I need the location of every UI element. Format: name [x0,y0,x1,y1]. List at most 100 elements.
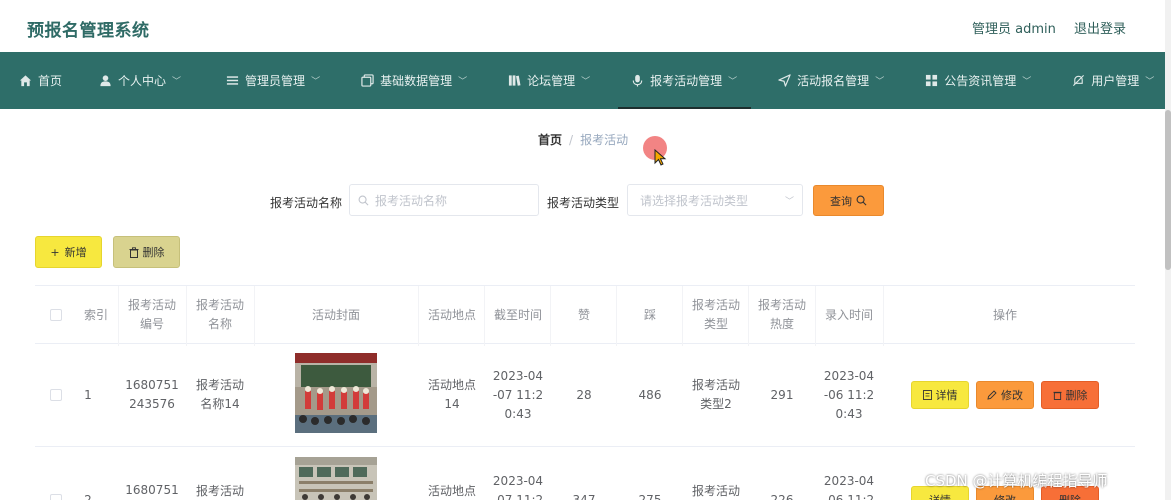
activity-type-select[interactable]: 请选择报考活动类型 ﹀ [627,184,803,216]
th-heat-line2: 热度 [769,317,794,331]
row-deadline-line2: -07 11:2 [492,388,544,402]
th-code: 报考活动 编号 [120,296,184,334]
breadcrumb: 首页 / 报考活动 [538,131,628,148]
col-divider [418,286,419,346]
batch-delete-button[interactable]: 删除 [113,236,180,268]
home-icon [18,74,32,88]
th-name-line2: 名称 [207,317,232,331]
row-type: 报考活动 [691,484,740,498]
query-button-label: 查询 [830,194,852,208]
col-divider [186,286,187,346]
row-heat: 291 [770,388,794,402]
table-header-border [35,343,1135,344]
row-dislikes: 486 [638,388,662,402]
edit-button[interactable]: 修改 [976,381,1034,409]
mic-icon [630,74,644,88]
nav-item-announcements[interactable]: 公告资讯管理 ﹀ [924,52,1031,109]
mouse-cursor-icon [654,149,667,166]
activity-name-label: 报考活动名称 [270,196,343,210]
col-divider [616,286,617,346]
row-likes: 28 [576,388,592,402]
row-location: 活动地点 [427,484,476,498]
nav-item-personal[interactable]: 个人中心 ﹀ [98,52,181,109]
top-header: 预报名管理系统 管理员 admin 退出登录 [0,0,1171,52]
row-heat: 226 [770,493,794,500]
row-deadline-line3: 0:43 [504,407,532,421]
row-created-line3: 0:43 [835,407,863,421]
admin-label: 管理员 admin [972,22,1056,37]
app-title: 预报名管理系统 [27,21,150,41]
activity-type-placeholder: 请选择报考活动类型 [640,193,749,208]
chevron-down-icon: ﹀ [875,77,885,87]
col-divider [118,286,119,346]
th-code-line2: 编号 [139,317,164,331]
row-checkbox[interactable] [50,494,62,500]
row-checkbox[interactable] [50,389,62,401]
document-icon [922,390,932,400]
page-scrollbar[interactable] [1165,0,1171,500]
activity-cover-image [295,457,377,500]
row-border [35,446,1135,447]
list-icon [225,74,239,88]
th-location: 活动地点 [427,308,476,322]
nav-item-users[interactable]: 用户管理 ﹀ [1071,52,1154,109]
search-icon [358,195,369,205]
scrollbar-thumb[interactable] [1165,110,1171,270]
delete-button-label: 删除 [1059,492,1081,500]
nav-item-home[interactable]: 首页 [18,52,62,109]
nav-item-admin-mgmt[interactable]: 管理员管理 ﹀ [225,52,320,109]
chevron-down-icon: ﹀ [1022,77,1032,87]
send-icon [777,74,791,88]
th-type: 报考活动 类型 [684,296,748,334]
search-icon [856,195,867,206]
th-code-line1: 报考活动 [127,298,176,312]
col-divider [815,286,816,346]
row-index: 2 [84,493,92,500]
nav-item-forum[interactable]: 论坛管理 ﹀ [507,52,590,109]
logout-link[interactable]: 退出登录 [1074,18,1126,37]
chevron-down-icon: ﹀ [1145,77,1155,87]
th-index: 索引 [83,308,108,322]
activity-name-placeholder: 报考活动名称 [375,193,448,208]
row-name-line2: 名称14 [200,397,240,411]
nav-item-exam-activity[interactable]: 报考活动管理 ﹀ [618,52,752,109]
add-button[interactable]: + 新增 [35,236,102,268]
book-icon [507,74,521,88]
row-deadline: 2023-04 -07 11:2 [486,472,550,500]
th-heat-line1: 报考活动 [757,298,806,312]
activity-name-input[interactable]: 报考活动名称 [349,184,539,216]
row-deadline-line1: 2023-04 [492,474,544,488]
select-all-checkbox[interactable] [50,309,62,321]
breadcrumb-current: 报考活动 [580,133,629,147]
th-created: 录入时间 [824,308,873,322]
delete-button[interactable]: 删除 [1041,381,1099,409]
row-code: 1680751 243576 [120,376,184,414]
nav-label-home: 首页 [38,74,63,88]
row-created: 2023-04 -06 11:2 0:43 [817,367,881,424]
th-dislikes: 踩 [643,308,656,322]
user-icon [98,74,112,88]
nav-label-announcements: 公告资讯管理 [944,74,1017,88]
row-deadline-line1: 2023-04 [492,369,544,383]
query-button[interactable]: 查询 [813,185,884,216]
chevron-down-icon: ﹀ [784,197,794,207]
row-code: 1680751 [125,483,179,497]
delete-button-label: 删除 [1065,389,1088,402]
detail-button[interactable]: 详情 [911,381,969,409]
trash-icon [1052,391,1062,400]
chevron-down-icon: ﹀ [311,77,321,87]
detail-button-label: 详情 [929,492,951,500]
nav-label-admin-mgmt: 管理员管理 [245,74,306,88]
nav-item-basic-data[interactable]: 基础数据管理 ﹀ [360,52,467,109]
row-name: 报考活动 [195,484,244,498]
row-deadline: 2023-04 -07 11:2 0:43 [486,367,550,424]
breadcrumb-home[interactable]: 首页 [538,133,562,147]
plus-icon: + [50,245,60,259]
nav-item-activity-signup[interactable]: 活动报名管理 ﹀ [777,52,884,109]
trash-icon [129,246,138,258]
th-heat: 报考活动 热度 [750,296,814,334]
activity-type-label: 报考活动类型 [547,196,620,210]
th-ops: 操作 [992,308,1017,322]
nav-label-users: 用户管理 [1091,74,1140,88]
col-divider [748,286,749,346]
